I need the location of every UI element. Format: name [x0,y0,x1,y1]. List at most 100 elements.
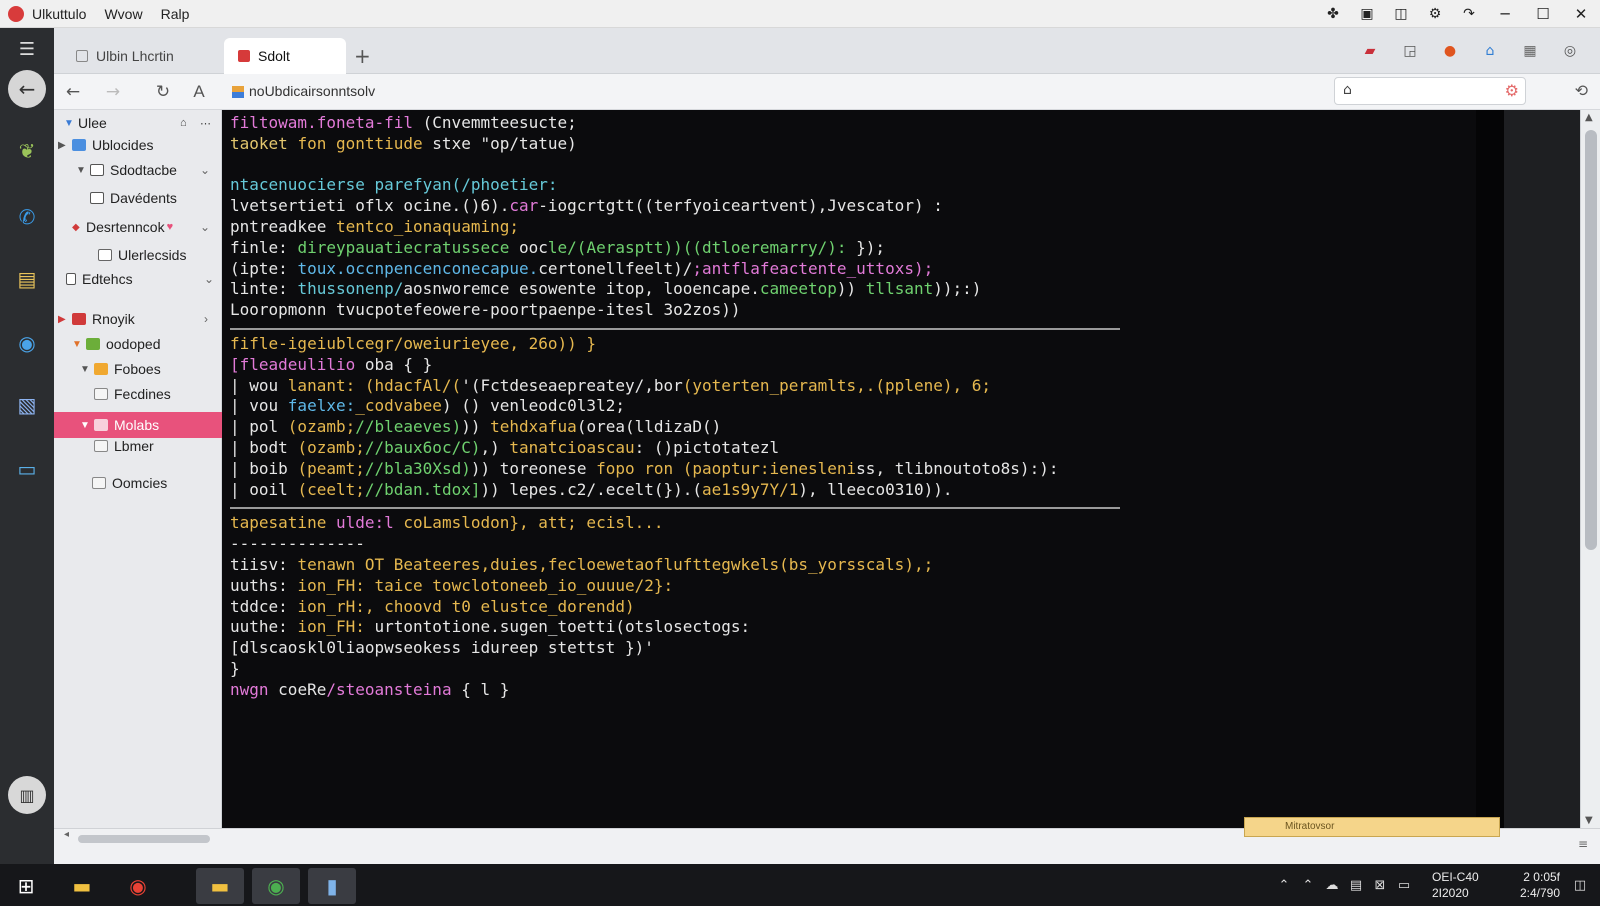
hamburger-menu-icon[interactable]: ☰ [8,30,46,68]
panel-icon[interactable]: ▣ [1350,0,1384,28]
menu-lines-icon[interactable]: ≡ [1578,837,1588,851]
tree-item[interactable]: ▼ Foboes [80,358,161,380]
code-line[interactable]: tapesatine ulde:l coLamslodon}, att; eci… [230,513,1490,534]
network-icon[interactable]: ☁ [1320,878,1344,893]
horizontal-scrollbar-thumb[interactable] [78,835,210,843]
code-line[interactable]: | vou faelxe:_codvabee) () venleodc0l3l2… [230,396,1490,417]
code-line[interactable]: -------------- [230,534,1490,555]
tree-item[interactable]: Ulerlecsids [98,244,186,266]
code-line[interactable]: finle: direypauatiecratussece oocle/(Aer… [230,238,1490,259]
code-line[interactable]: uuthe: ion_FH: urtontotione.sugen_toetti… [230,617,1490,638]
tree-item[interactable]: Edtehcs ⌄ [66,268,214,290]
code-line[interactable]: nwgn coeRe/steoansteina { l } [230,680,1490,701]
code-line[interactable]: | boib (peamt;//bla30Xsd))) toreonese fo… [230,459,1490,480]
forward-icon[interactable]: → [100,80,126,104]
firefox-icon[interactable]: ● [1430,36,1470,66]
code-line[interactable]: | pol (ozamb;//bleaeves))) tehdxafua(ore… [230,417,1490,438]
tree-item-selected[interactable]: ▼ Molabs [80,414,159,436]
chevron-up-icon[interactable]: ⌃ [1272,878,1296,893]
message-icon[interactable]: ▭ [1392,878,1416,893]
code-line[interactable]: | bodt (ozamb;//baux6oc/C),) tanatcioasc… [230,438,1490,459]
back-arrow-icon[interactable]: ← [8,70,46,108]
notification-toast[interactable]: Mitratovsor [1244,817,1500,837]
tree-item[interactable]: Lbmer [94,435,154,457]
tree-item[interactable]: ▶ Rnoyik › [58,308,208,330]
home-icon[interactable]: ⌂ [1470,36,1510,66]
code-line[interactable]: Looropmonn tvucpotefeowere-poortpaenpe-i… [230,300,1490,321]
leaf-icon[interactable]: ❦ [8,132,46,170]
tree-item[interactable]: Davédents [90,187,177,209]
search-input[interactable]: ⌂ ⚙ [1334,77,1526,105]
tab-first[interactable]: Ulbin Lhcrtin [62,38,218,74]
code-line[interactable]: [fleadeulilio oba { } [230,355,1490,376]
code-line[interactable]: | ooil (ceelt;//bdan.tdox])) lepes.c2/.e… [230,480,1490,501]
tree-item[interactable]: Oomcies [92,472,167,494]
code-line[interactable]: filtowam.foneta-fil (Cnvemmteesucte; [230,113,1490,134]
code-line[interactable]: fifle-igeiublcegr/oweiurieyee, 26o)) } [230,334,1490,355]
reader-mode-icon[interactable]: A [186,80,212,104]
expand-chevron-icon[interactable]: ⌄ [200,163,210,177]
tree-root[interactable]: ▼ Ulee ⌂ ⋯ [64,112,211,134]
chrome-active-icon[interactable]: ◉ [252,868,300,904]
code-editor[interactable]: filtowam.foneta-fil (Cnvemmteesucte; taok… [222,110,1504,828]
code-line[interactable]: (ipte: toux.occnpencenconecapue.certonel… [230,259,1490,280]
tree-item[interactable]: Fecdines [94,383,171,405]
code-line[interactable] [230,155,1490,176]
scrollbar-thumb[interactable] [1585,130,1597,550]
document-icon[interactable]: ▧ [8,386,46,424]
scroll-down-icon[interactable]: ▼ [1585,815,1593,826]
sync-icon[interactable]: ⟲ [1575,81,1588,100]
screenshot-icon[interactable]: ◫ [1384,0,1418,28]
code-area[interactable]: filtowam.foneta-fil (Cnvemmteesucte; taok… [230,113,1490,701]
profile-icon[interactable]: ◎ [1550,36,1590,66]
code-line[interactable]: lvetsertieti oflx ocine.()6).car-iogcrtg… [230,196,1490,217]
image-icon[interactable]: ◲ [1390,36,1430,66]
settings-gear-icon[interactable]: ⚙ [1418,0,1452,28]
reload-icon[interactable]: ↻ [150,80,176,104]
expand-chevron-icon[interactable]: ⌄ [200,220,210,234]
chevron-right-small-icon[interactable]: › [204,312,208,326]
minimize-button[interactable]: ─ [1486,0,1524,28]
start-windows-icon[interactable]: ⊞ [2,868,50,904]
clock[interactable]: OEI-C40 2 0:05f 2I2020 2:4/790 [1432,869,1560,901]
tree-item[interactable]: ◆ Desrtenncok ♥ ⌄ [72,216,210,238]
menu-file[interactable]: Ulkuttulo [32,6,86,22]
keyboard-icon[interactable]: ▤ [1344,878,1368,893]
trash-icon[interactable]: ▥ [8,776,46,814]
back-icon[interactable]: ← [60,80,86,104]
redo-icon[interactable]: ↷ [1452,0,1486,28]
code-line[interactable]: | wou lanant: (hdacfAl/('(Fctdeseaepreat… [230,376,1490,397]
menu-view[interactable]: Wvow [104,6,142,22]
tree-item[interactable]: ▼ Sdodtacbe ⌄ [76,159,210,181]
globe-icon[interactable]: ◉ [8,324,46,362]
grid-icon[interactable]: ▦ [1510,36,1550,66]
language-icon[interactable]: ⊠ [1368,878,1392,893]
scroll-up-icon[interactable]: ▲ [1585,112,1593,123]
code-line[interactable]: } [230,659,1490,680]
code-line[interactable]: pntreadkee tentco_ionaquaming; [230,217,1490,238]
scroll-left-icon[interactable]: ◂ [64,829,69,840]
code-line[interactable]: tiisv: tenawn OT Beateeres,duies,fecloew… [230,555,1490,576]
phone-icon[interactable]: ✆ [8,198,46,236]
notes-icon[interactable]: ▤ [8,260,46,298]
camera-icon[interactable]: ▰ [1350,36,1390,66]
vertical-scrollbar[interactable]: ▲ ▼ [1580,110,1600,828]
file-explorer-active-icon[interactable]: ▬ [196,868,244,904]
code-line[interactable]: [dlscaoskl0liaopwseokess idureep stettst… [230,638,1490,659]
maximize-button[interactable]: ☐ [1524,0,1562,28]
close-button[interactable]: ✕ [1562,0,1600,28]
file-explorer-icon[interactable]: ▬ [58,868,106,904]
store-icon[interactable]: ▮ [308,868,356,904]
search-settings-icon[interactable]: ⚙ [1505,81,1519,100]
chrome-icon[interactable]: ◉ [114,868,162,904]
url-field[interactable]: noUbdicairsonntsolv [249,83,375,99]
expand-chevron-icon[interactable]: ⌄ [204,272,214,286]
new-tab-plus-icon[interactable]: + [354,44,371,68]
tree-item[interactable]: ▶ Ublocides [58,134,153,156]
home-small-icon[interactable]: ⌂ [180,117,187,129]
extension-icon[interactable]: ✤ [1316,0,1350,28]
tree-item[interactable]: ▼ oodoped [72,333,161,355]
window-icon[interactable]: ▭ [8,450,46,488]
code-line[interactable]: ntacenuocierse parefyan(/phoetier: [230,175,1490,196]
menu-help[interactable]: Ralp [161,6,190,22]
